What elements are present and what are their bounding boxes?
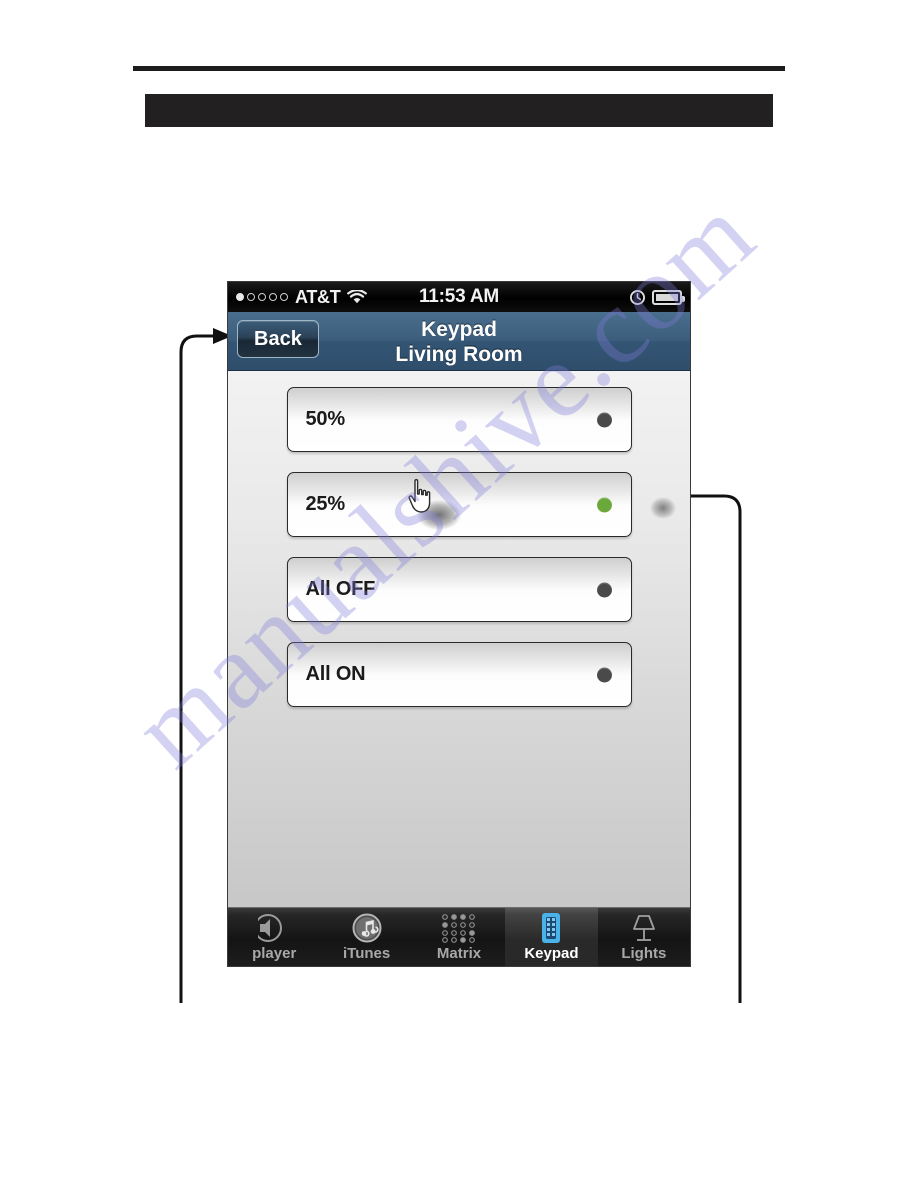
tab-itunes[interactable]: iTunes bbox=[320, 908, 412, 966]
keypad-list: 50% 25% All OFF All ON bbox=[228, 371, 690, 925]
tab-lights-label: Lights bbox=[621, 945, 667, 962]
tab-matrix-label: Matrix bbox=[436, 945, 482, 962]
list-item[interactable]: 25% bbox=[286, 472, 632, 537]
device-screenshot: AT&T 11:53 AM Back Keypad Living Room 50… bbox=[228, 282, 690, 966]
tab-bar: player iTunes Matrix Keypad Lights bbox=[228, 907, 690, 966]
list-item-label: 25% bbox=[305, 493, 346, 515]
page-header-bar bbox=[145, 94, 773, 127]
battery-full-icon bbox=[652, 289, 685, 305]
list-item-label: All ON bbox=[305, 663, 366, 685]
list-item-label: 50% bbox=[305, 408, 346, 430]
tab-keypad-label: Keypad bbox=[524, 945, 579, 962]
keypad-icon bbox=[541, 912, 561, 944]
status-bar-time: 11:53 AM bbox=[418, 286, 500, 307]
lamp-icon bbox=[629, 912, 659, 944]
status-bar: AT&T 11:53 AM bbox=[228, 282, 690, 312]
tab-itunes-label: iTunes bbox=[342, 945, 391, 962]
media-player-icon bbox=[258, 912, 290, 944]
status-indicator bbox=[596, 412, 612, 427]
tab-player-label: player bbox=[252, 945, 297, 962]
nav-title-line2: Living Room bbox=[395, 343, 523, 366]
tab-player[interactable]: player bbox=[228, 908, 320, 966]
status-indicator bbox=[596, 582, 612, 597]
itunes-note-icon bbox=[352, 912, 382, 944]
nav-bar: Back Keypad Living Room bbox=[228, 312, 690, 371]
status-indicator-active bbox=[596, 497, 612, 512]
page-top-rule bbox=[133, 66, 785, 71]
nav-title: Keypad Living Room bbox=[228, 317, 690, 367]
status-indicator bbox=[596, 667, 612, 682]
list-item[interactable]: 50% bbox=[286, 387, 632, 452]
list-item[interactable]: All OFF bbox=[286, 557, 632, 622]
list-item-label: All OFF bbox=[305, 578, 376, 600]
nav-title-line1: Keypad bbox=[421, 318, 497, 341]
list-item[interactable]: All ON bbox=[286, 642, 632, 707]
matrix-grid-icon bbox=[440, 912, 478, 944]
tab-keypad[interactable]: Keypad bbox=[505, 908, 598, 966]
tab-matrix[interactable]: Matrix bbox=[413, 908, 505, 966]
tab-lights[interactable]: Lights bbox=[598, 908, 690, 966]
